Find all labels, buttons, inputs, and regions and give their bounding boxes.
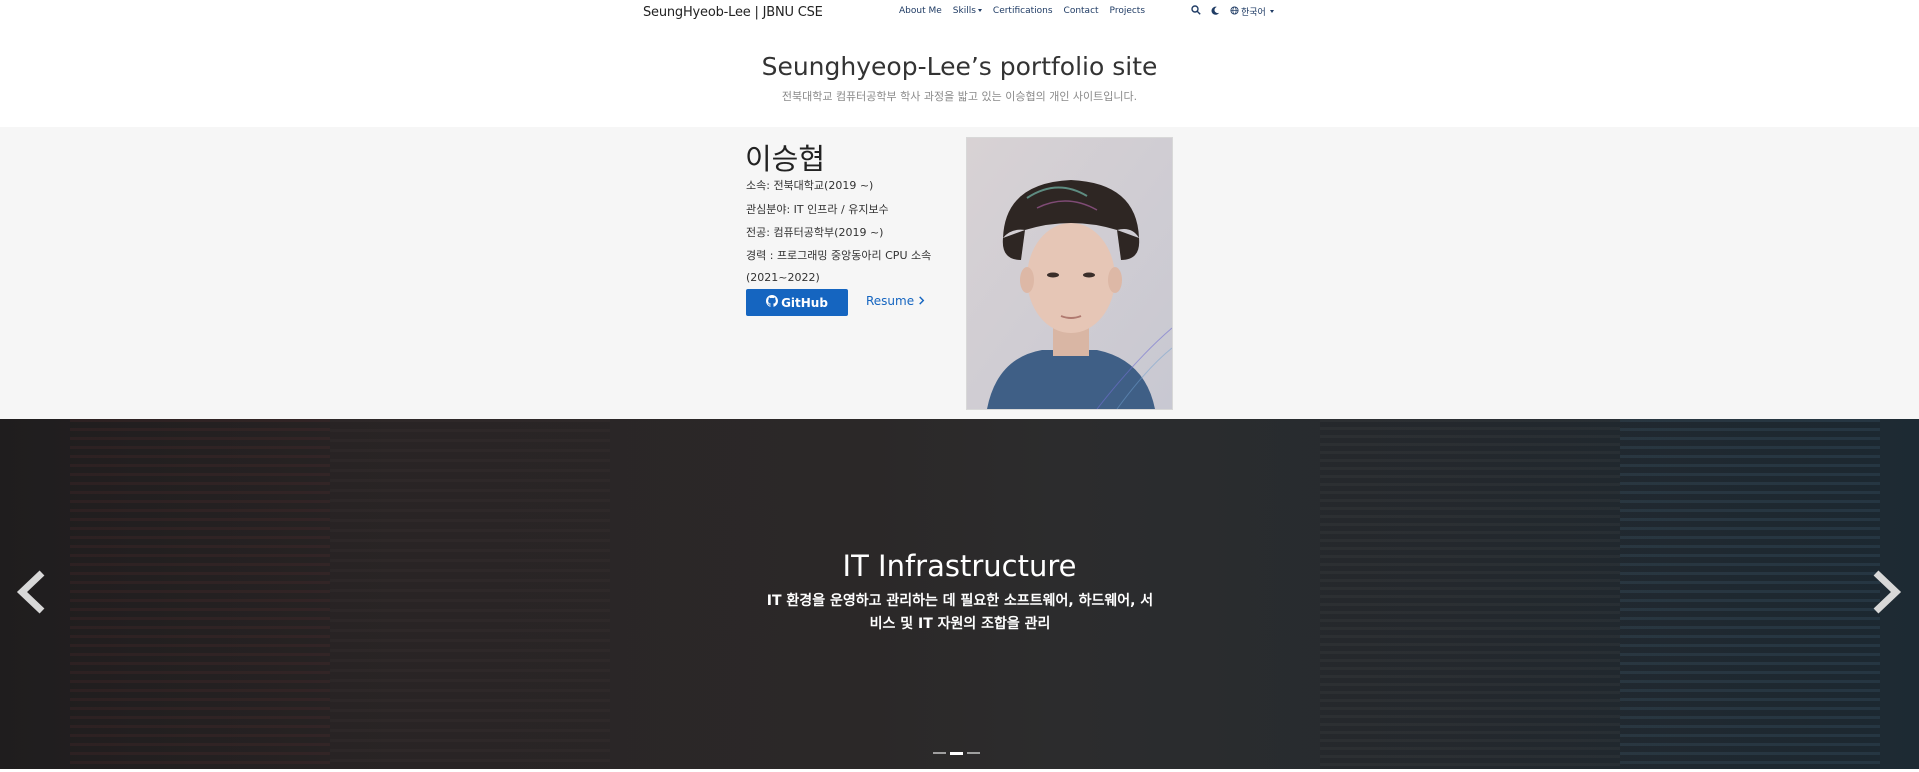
dropdown-caret-icon — [1269, 10, 1274, 13]
nav-certifications[interactable]: Certifications — [993, 6, 1053, 16]
language-selector[interactable]: 한국어 — [1230, 5, 1274, 18]
chevron-right-icon — [1870, 570, 1904, 619]
background-rack-left — [70, 419, 330, 769]
background-rack-center-left — [330, 419, 610, 769]
chevron-left-icon — [14, 570, 48, 619]
globe-icon — [1230, 5, 1239, 18]
carousel-description: IT 환경을 운영하고 관리하는 데 필요한 소프트웨어, 하드웨어, 서비스 … — [766, 593, 1154, 632]
carousel-prev-button[interactable] — [14, 569, 48, 619]
page-title: Seunghyeop-Lee’s portfolio site — [761, 52, 1158, 81]
profile-photo — [966, 137, 1173, 410]
nav-tools: 한국어 — [1191, 5, 1274, 18]
carousel-title: IT Infrastructure — [842, 549, 1077, 583]
github-icon — [766, 295, 779, 310]
profile-interest: 관심분야: IT 인프라 / 유지보수 — [746, 203, 889, 216]
nav-contact[interactable]: Contact — [1064, 6, 1099, 16]
carousel-indicator-3[interactable] — [967, 752, 980, 754]
nav-links: About Me Skills Certifications Contact P… — [899, 6, 1145, 16]
carousel-indicator-1[interactable] — [933, 752, 946, 754]
profile-major: 전공: 컴퓨터공학부(2019 ~) — [746, 226, 884, 239]
site-brand[interactable]: SeungHyeob-Lee | JBNU CSE — [643, 5, 823, 20]
carousel-indicators — [933, 752, 980, 755]
carousel-indicator-2[interactable] — [950, 752, 963, 755]
carousel-next-button[interactable] — [1870, 569, 1904, 619]
github-button-label: GitHub — [781, 295, 828, 310]
resume-link-label: Resume — [866, 294, 915, 308]
navbar: SeungHyeob-Lee | JBNU CSE About Me Skill… — [0, 0, 1919, 26]
nav-skills[interactable]: Skills — [953, 6, 982, 16]
nav-about-me[interactable]: About Me — [899, 6, 942, 16]
profile-career: 경력 : 프로그래밍 중앙동아리 CPU 소속 — [746, 249, 932, 262]
moon-icon[interactable] — [1211, 6, 1220, 18]
resume-link[interactable]: Resume — [866, 294, 925, 308]
page-subtitle: 전북대학교 컴퓨터공학부 학사 과정을 밟고 있는 이승협의 개인 사이트입니다… — [781, 90, 1138, 103]
github-button[interactable]: GitHub — [746, 289, 848, 316]
profile-affiliation: 소속: 전북대학교(2019 ~) — [746, 179, 874, 192]
hero-carousel: IT Infrastructure IT 환경을 운영하고 관리하는 데 필요한… — [0, 419, 1919, 769]
background-rack-right — [1620, 419, 1880, 769]
profile-section: 이승협 소속: 전북대학교(2019 ~) 관심분야: IT 인프라 / 유지보… — [0, 127, 1919, 419]
nav-projects[interactable]: Projects — [1110, 6, 1145, 16]
profile-name: 이승협 — [745, 142, 826, 176]
dropdown-caret-icon — [977, 9, 982, 12]
background-rack-center-right — [1320, 419, 1620, 769]
search-icon[interactable] — [1191, 5, 1201, 18]
chevron-right-icon — [918, 294, 925, 308]
nav-skills-label: Skills — [952, 6, 976, 16]
language-label: 한국어 — [1241, 8, 1266, 18]
profile-career-period: (2021~2022) — [746, 271, 820, 284]
